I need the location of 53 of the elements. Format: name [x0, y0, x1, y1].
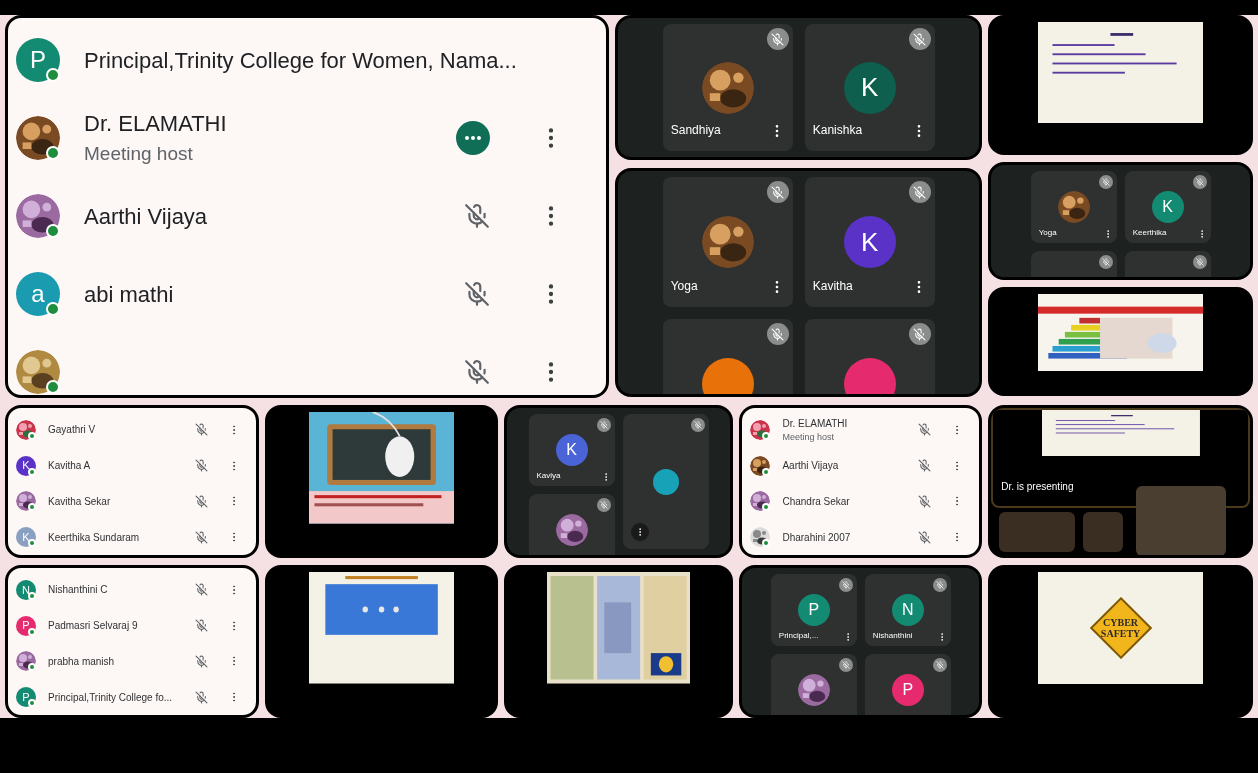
- avatar: K: [1151, 191, 1184, 223]
- participant-name: prabha manish: [48, 654, 116, 669]
- avatar: P: [16, 38, 60, 82]
- participant-name: Keerthika: [1132, 227, 1167, 239]
- participant-name: Padmasri Selvaraj 9: [48, 619, 139, 634]
- video-tile[interactable]: Yoga: [1030, 171, 1117, 243]
- participant-name: Yoga: [670, 278, 698, 295]
- participant-name: Nishanthini C: [48, 583, 109, 598]
- video-tile[interactable]: K Kavitha: [804, 177, 935, 307]
- participant-name: Dharahini 2007: [782, 530, 852, 545]
- avatar: K: [843, 61, 896, 114]
- video-tile[interactable]: K Keerthika: [1124, 171, 1211, 243]
- participant-name: Dr. ELAMATHI: [782, 416, 849, 431]
- participant-name: Aarthi Vijaya: [84, 202, 209, 231]
- participant-name: Kavitha Sekar: [48, 494, 112, 509]
- video-tile[interactable]: N Nishanthini: [864, 574, 951, 646]
- avatar: P: [797, 594, 830, 626]
- participant-role: Meeting host: [84, 142, 194, 167]
- participant-name: Principal,...: [778, 630, 819, 642]
- video-tile[interactable]: K Kanishka: [804, 24, 935, 151]
- avatar: K: [555, 434, 588, 466]
- participant-name: Nishanthini: [872, 630, 913, 642]
- participant-name: Principal,Trinity College for Women, Nama...: [84, 46, 518, 75]
- participant-name: Kanishka: [812, 122, 863, 139]
- participant-name: Yoga: [1038, 227, 1057, 239]
- avatar: K: [16, 527, 36, 548]
- avatar: a: [16, 272, 60, 316]
- video-tile[interactable]: K Kaviya: [528, 414, 615, 486]
- video-tile[interactable]: Yoga: [662, 177, 793, 307]
- avatar: K: [843, 216, 896, 268]
- participant-name: Chandra Sekar: [782, 494, 851, 509]
- participant-name: Gayathri V: [48, 423, 97, 438]
- participant-name: Kaviya: [536, 470, 561, 482]
- participant-name: Dr. ELAMATHI: [84, 110, 228, 139]
- participant-name: Principal,Trinity College fo...: [48, 690, 174, 705]
- participant-name: Sandhiya: [670, 122, 721, 139]
- video-tile[interactable]: Sandhiya: [662, 24, 793, 151]
- avatar: K: [16, 455, 36, 476]
- avatar: P: [891, 674, 924, 706]
- video-tile[interactable]: P: [864, 654, 951, 715]
- avatar: N: [16, 579, 36, 600]
- avatar: N: [891, 594, 924, 626]
- slide-title: CYBER SAFETY: [1099, 616, 1142, 639]
- participant-name: Kavitha: [812, 278, 853, 295]
- avatar: P: [16, 687, 36, 708]
- participant-name: Kavitha A: [48, 459, 92, 474]
- avatar: P: [16, 615, 36, 636]
- participant-role: Meeting host: [782, 430, 835, 444]
- participant-name: abi mathi: [84, 280, 175, 309]
- presenting-caption: Dr. is presenting: [1001, 480, 1074, 494]
- video-tile[interactable]: P Principal,...: [770, 574, 857, 646]
- participant-name: Keerthika Sundaram: [48, 530, 141, 545]
- participant-name: Aarthi Vijaya: [782, 459, 840, 474]
